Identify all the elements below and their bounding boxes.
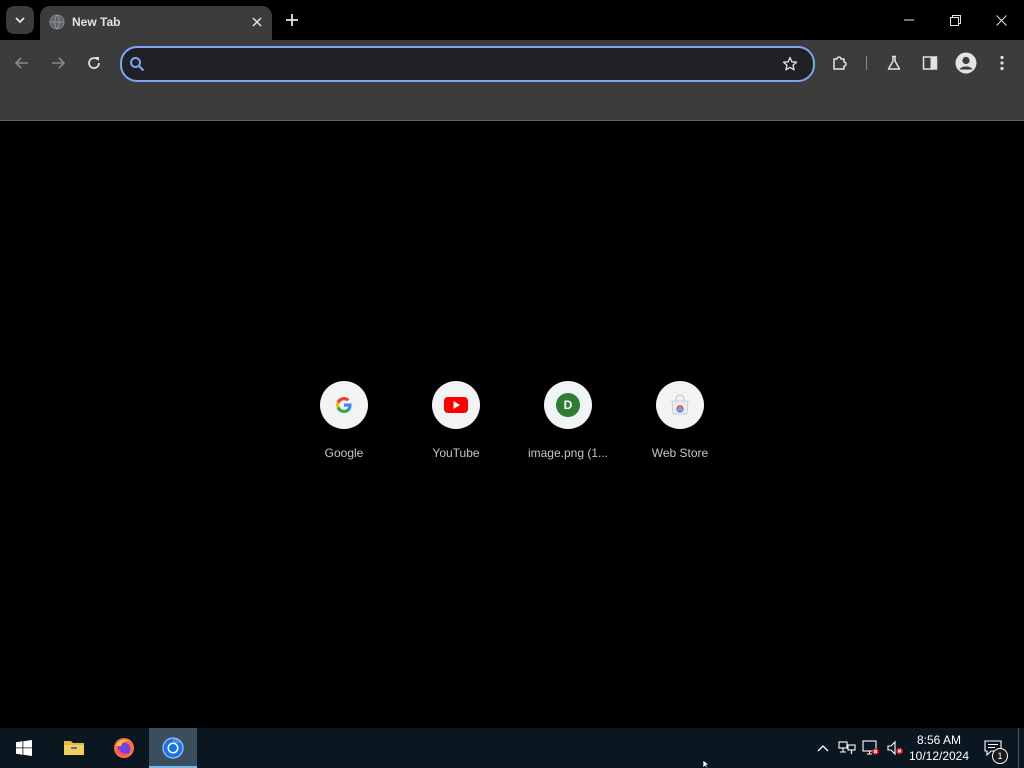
tab-search-button[interactable] bbox=[6, 6, 34, 34]
shortcut-tile[interactable] bbox=[320, 381, 368, 429]
new-tab-page: Google YouTube D image.png (1... Web Sto… bbox=[0, 121, 1024, 727]
minimize-button[interactable] bbox=[886, 0, 932, 40]
bookmarks-bar bbox=[0, 86, 1024, 121]
chevron-down-icon bbox=[15, 17, 25, 24]
toolbar bbox=[0, 40, 1024, 86]
forward-button[interactable] bbox=[46, 51, 70, 75]
shortcut-tile[interactable]: D bbox=[544, 381, 592, 429]
new-tab-button[interactable] bbox=[280, 8, 304, 32]
tab-new-tab[interactable]: New Tab bbox=[40, 6, 272, 40]
shortcut-image-png[interactable]: D image.png (1... bbox=[512, 381, 624, 471]
star-icon bbox=[782, 56, 798, 71]
arrow-left-icon bbox=[14, 57, 28, 69]
notification-count-badge: 1 bbox=[992, 748, 1008, 764]
side-panel-button[interactable] bbox=[918, 51, 942, 75]
chrome-button[interactable] bbox=[149, 728, 197, 768]
avatar-icon bbox=[955, 52, 977, 74]
back-button[interactable] bbox=[10, 51, 34, 75]
shortcut-label: Web Store bbox=[651, 446, 709, 460]
taskbar-clock[interactable]: 8:56 AM 10/12/2024 bbox=[904, 732, 974, 764]
tab-strip: New Tab bbox=[0, 0, 1024, 40]
search-icon bbox=[130, 57, 145, 72]
menu-button[interactable] bbox=[990, 51, 1014, 75]
flask-icon bbox=[887, 55, 901, 70]
extensions-button[interactable] bbox=[828, 51, 852, 75]
address-input[interactable] bbox=[154, 52, 778, 78]
tab-title: New Tab bbox=[72, 15, 121, 29]
taskbar: 8:56 AM 10/12/2024 1 bbox=[0, 728, 1024, 768]
file-explorer-button[interactable] bbox=[50, 728, 98, 768]
mouse-cursor-icon bbox=[703, 760, 710, 768]
globe-icon bbox=[49, 14, 65, 30]
clock-date: 10/12/2024 bbox=[908, 749, 970, 763]
plus-icon bbox=[286, 14, 298, 26]
arrow-right-icon bbox=[52, 57, 66, 69]
shortcut-label: image.png (1... bbox=[527, 446, 609, 460]
desktop: New Tab Google YouTube D image.png (1...… bbox=[0, 0, 1024, 768]
network-icon bbox=[838, 741, 856, 754]
volume-button[interactable] bbox=[885, 738, 905, 758]
show-hidden-icons-button[interactable] bbox=[813, 738, 833, 758]
shortcut-label: YouTube bbox=[432, 446, 480, 460]
letter-d-icon: D bbox=[556, 393, 580, 417]
kebab-menu-icon bbox=[1000, 55, 1004, 71]
close-icon bbox=[252, 17, 262, 27]
firefox-icon bbox=[114, 738, 134, 758]
volume-muted-icon bbox=[887, 740, 903, 756]
chrome-icon bbox=[162, 737, 184, 759]
shortcut-web-store[interactable]: Web Store bbox=[624, 381, 736, 471]
shortcut-tile[interactable] bbox=[432, 381, 480, 429]
shortcut-label: Google bbox=[324, 446, 364, 460]
windows-icon bbox=[16, 740, 32, 756]
network-error-button[interactable] bbox=[861, 738, 881, 758]
minimize-icon bbox=[904, 19, 914, 21]
reload-icon bbox=[88, 57, 100, 69]
clock-time: 8:56 AM bbox=[916, 733, 962, 747]
shortcut-google[interactable]: Google bbox=[288, 381, 400, 471]
folder-icon bbox=[64, 741, 84, 755]
shortcut-youtube[interactable]: YouTube bbox=[400, 381, 512, 471]
network-error-icon bbox=[862, 740, 879, 755]
start-button[interactable] bbox=[0, 728, 48, 768]
firefox-button[interactable] bbox=[100, 728, 148, 768]
close-window-button[interactable] bbox=[978, 0, 1024, 40]
show-desktop-button[interactable] bbox=[1018, 728, 1019, 768]
side-panel-icon bbox=[922, 56, 938, 70]
restore-button[interactable] bbox=[932, 0, 978, 40]
bookmark-star-button[interactable] bbox=[780, 54, 800, 74]
reload-button[interactable] bbox=[82, 51, 106, 75]
google-icon bbox=[336, 397, 352, 413]
youtube-icon bbox=[444, 397, 468, 413]
labs-button[interactable] bbox=[882, 51, 906, 75]
close-icon bbox=[995, 14, 1007, 26]
network-button[interactable] bbox=[837, 738, 857, 758]
profile-button[interactable] bbox=[954, 51, 978, 75]
close-tab-button[interactable] bbox=[248, 13, 266, 31]
web-store-icon bbox=[671, 394, 689, 415]
puzzle-icon bbox=[833, 56, 847, 70]
toolbar-separator bbox=[866, 56, 867, 70]
chevron-up-icon bbox=[817, 745, 829, 752]
shortcut-tile[interactable] bbox=[656, 381, 704, 429]
address-bar[interactable] bbox=[120, 46, 815, 82]
restore-icon bbox=[949, 14, 961, 26]
